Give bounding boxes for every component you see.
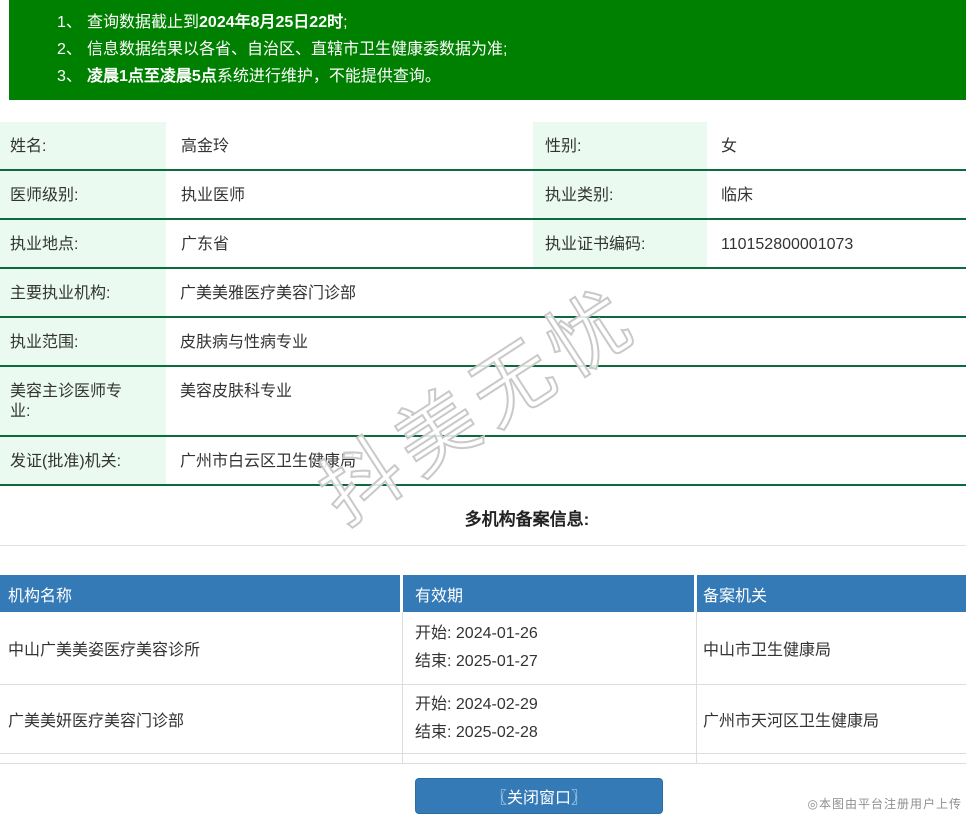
close-window-button[interactable]: 〖关闭窗口〗 bbox=[415, 778, 663, 814]
upload-credit-text: ◎本图由平台注册用户上传 bbox=[807, 797, 962, 811]
field-label-practice-location: 执业地点: bbox=[0, 220, 166, 267]
notice-number: 1、 bbox=[57, 14, 82, 31]
column-header-validity-period: 有效期 bbox=[403, 575, 697, 612]
notice-banner: 1、 查询数据截止到2024年8月25日22时; 2、 信息数据结果以各省、自治区、… bbox=[9, 0, 966, 100]
field-value-certificate-number: 110152800001073 bbox=[721, 236, 854, 253]
field-value-gender: 女 bbox=[721, 138, 738, 155]
validity-period: 开始: 2024-01-26 结束: 2025-01-27 bbox=[403, 612, 697, 684]
field-value-cosmetic-specialty: 美容皮肤科专业 bbox=[180, 383, 293, 400]
section-divider bbox=[0, 545, 966, 546]
field-value-practice-location: 广东省 bbox=[181, 236, 230, 253]
notice-number: 3、 bbox=[57, 68, 82, 85]
table-row: 中山广美美姿医疗美容诊所 开始: 2024-01-26 结束: 2025-01-… bbox=[0, 612, 966, 685]
table-row: 执业地点: 广东省 执业证书编码: 110152800001073 bbox=[0, 220, 966, 269]
notice-text: 信息数据结果以各省、自治区、直辖市卫生健康委数据为准; bbox=[87, 41, 508, 58]
notice-text: 查询数据截止到 bbox=[87, 14, 200, 31]
filing-authority: 中山市卫生健康局 bbox=[703, 642, 832, 659]
validity-end: 结束: 2025-02-28 bbox=[415, 724, 538, 741]
table-row: 美容主诊医师专业: 美容皮肤科专业 bbox=[0, 367, 966, 437]
field-value-name: 高金玲 bbox=[181, 138, 230, 155]
column-header-filing-authority: 备案机关 bbox=[703, 587, 768, 605]
field-label-name: 姓名: bbox=[0, 122, 166, 169]
field-label-practice-scope: 执业范围: bbox=[0, 318, 166, 365]
field-label-gender: 性别: bbox=[533, 122, 707, 169]
validity-end: 结束: 2025-01-27 bbox=[415, 653, 538, 670]
notice-text-bold: 2024年8月25日22时 bbox=[199, 14, 344, 31]
table-row: 主要执业机构: 广美美雅医疗美容门诊部 bbox=[0, 269, 966, 318]
table-row: 医师级别: 执业医师 执业类别: 临床 bbox=[0, 171, 966, 220]
institution-name: 中山广美美姿医疗美容诊所 bbox=[0, 612, 403, 684]
field-label-cosmetic-specialty: 美容主诊医师专业: bbox=[0, 367, 166, 435]
validity-start: 开始: 2024-02-29 bbox=[415, 696, 538, 713]
notice-line-2: 2、 信息数据结果以各省、自治区、直辖市卫生健康委数据为准; bbox=[57, 36, 966, 63]
notice-text: 系统进行维护，不能提供查询。 bbox=[216, 68, 441, 85]
notice-line-1: 1、 查询数据截止到2024年8月25日22时; bbox=[57, 9, 966, 36]
notice-text-bold: 凌晨1点至凌晨5点 bbox=[87, 68, 217, 85]
notice-line-3: 3、 凌晨1点至凌晨5点系统进行维护，不能提供查询。 bbox=[57, 63, 966, 90]
field-label-issuing-authority: 发证(批准)机关: bbox=[0, 437, 166, 484]
field-value-practice-category: 临床 bbox=[721, 187, 754, 204]
field-label-practice-category: 执业类别: bbox=[533, 171, 707, 218]
table-row: 发证(批准)机关: 广州市白云区卫生健康局 bbox=[0, 437, 966, 486]
field-value-main-institution: 广美美雅医疗美容门诊部 bbox=[180, 285, 357, 302]
multi-institution-section-title: 多机构备案信息: bbox=[464, 510, 590, 529]
notice-text: ; bbox=[343, 14, 348, 31]
filing-authority: 广州市天河区卫生健康局 bbox=[703, 713, 880, 730]
notice-number: 2、 bbox=[57, 41, 82, 58]
table-row: 姓名: 高金玲 性别: 女 bbox=[0, 122, 966, 171]
table-row: 广美美妍医疗美容门诊部 开始: 2024-02-29 结束: 2025-02-2… bbox=[0, 685, 966, 754]
table-row: 执业范围: 皮肤病与性病专业 bbox=[0, 318, 966, 367]
column-header-institution-name: 机构名称 bbox=[0, 575, 403, 612]
table-row-empty bbox=[0, 754, 966, 764]
validity-period: 开始: 2024-02-29 结束: 2025-02-28 bbox=[403, 685, 697, 753]
field-value-practice-scope: 皮肤病与性病专业 bbox=[180, 334, 309, 351]
institution-name: 广美美妍医疗美容门诊部 bbox=[0, 685, 403, 753]
field-value-physician-level: 执业医师 bbox=[181, 187, 246, 204]
filing-table-header: 机构名称 有效期 备案机关 bbox=[0, 575, 966, 612]
field-label-certificate-number: 执业证书编码: bbox=[533, 220, 707, 267]
physician-info-table: 姓名: 高金玲 性别: 女 医师级别: 执业医师 执业类别: 临床 执业地点: … bbox=[0, 122, 966, 486]
field-label-physician-level: 医师级别: bbox=[0, 171, 166, 218]
filing-table: 机构名称 有效期 备案机关 中山广美美姿医疗美容诊所 开始: 2024-01-2… bbox=[0, 575, 966, 764]
validity-start: 开始: 2024-01-26 bbox=[415, 625, 538, 642]
field-value-issuing-authority: 广州市白云区卫生健康局 bbox=[180, 453, 357, 470]
field-label-main-institution: 主要执业机构: bbox=[0, 269, 166, 316]
